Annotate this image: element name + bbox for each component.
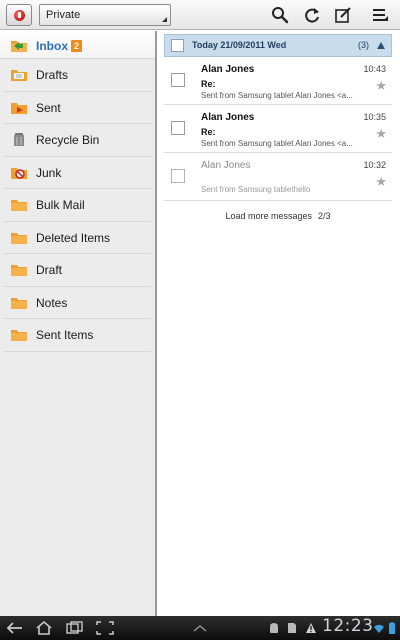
date-group-count: (3) [358, 40, 369, 50]
battery-icon [386, 622, 395, 634]
wifi-icon [373, 622, 384, 634]
account-name: Private [46, 9, 81, 21]
message-row[interactable]: Alan Jones 10:35 Re: Sent from Samsung t… [164, 105, 392, 153]
message-preview: Sent from Samsung tablethello [201, 185, 311, 194]
folder-label: Inbox [36, 39, 68, 53]
screenshot-icon[interactable] [96, 620, 114, 636]
sent-folder-icon [11, 101, 27, 114]
folder-sent-items[interactable]: Sent Items [4, 319, 151, 352]
message-row[interactable]: Alan Jones 10:43 Re: Sent from Samsung t… [164, 57, 392, 105]
dropdown-arrow-icon [162, 17, 167, 22]
folder-label: Notes [36, 295, 68, 310]
search-icon[interactable] [271, 6, 289, 24]
folder-label: Bulk Mail [36, 198, 85, 212]
android-debug-icon [268, 622, 280, 634]
folder-icon [11, 231, 27, 244]
status-clock: 12:23 [322, 616, 374, 636]
message-time: 10:32 [363, 160, 386, 170]
select-all-checkbox[interactable] [171, 39, 184, 52]
folder-drafts[interactable]: Drafts [4, 59, 151, 92]
unread-count-badge: 2 [71, 40, 83, 52]
inbox-folder-icon [11, 39, 27, 52]
account-selector[interactable]: Private [39, 4, 171, 26]
email-app-icon [14, 10, 25, 21]
collapse-arrow-icon[interactable] [377, 42, 385, 49]
drafts-folder-icon [11, 68, 27, 81]
folder-icon [11, 263, 27, 276]
folder-bulk-mail[interactable]: Bulk Mail [4, 189, 151, 222]
quick-panel-arrow-icon[interactable] [191, 620, 209, 636]
message-checkbox[interactable] [171, 169, 185, 183]
date-group-header[interactable]: Today 21/09/2011 Wed (3) [164, 34, 392, 57]
message-checkbox[interactable] [171, 121, 185, 135]
date-group-label: Today 21/09/2011 Wed [192, 40, 287, 50]
message-sender: Alan Jones [201, 64, 255, 75]
load-more-button[interactable]: Load more messages 2/3 [164, 201, 392, 231]
home-icon[interactable] [35, 620, 53, 636]
compose-icon[interactable] [334, 6, 352, 24]
message-checkbox[interactable] [171, 73, 185, 87]
menu-icon[interactable] [371, 6, 389, 24]
folder-icon [11, 198, 27, 211]
message-time: 10:43 [363, 64, 386, 74]
folder-icon [11, 328, 27, 341]
refresh-icon[interactable] [303, 6, 321, 24]
folder-label: Sent Items [36, 328, 94, 342]
message-row[interactable]: Alan Jones 10:32 Sent from Samsung table… [164, 153, 392, 201]
folder-recycle-bin[interactable]: Recycle Bin [4, 124, 151, 157]
folder-label: Junk [36, 165, 62, 180]
folder-label: Deleted Items [36, 230, 111, 245]
folder-label: Recycle Bin [36, 133, 100, 147]
load-more-label: Load more messages [225, 211, 313, 221]
star-icon[interactable]: ★ [375, 127, 387, 140]
page-indicator: 2/3 [318, 211, 331, 221]
message-subject: Re: [201, 127, 216, 137]
system-bar: 12:23 [0, 616, 400, 640]
warning-icon [305, 622, 317, 634]
folder-deleted-items[interactable]: Deleted Items [4, 222, 151, 254]
message-preview: Sent from Samsung tablet Alan Jones <a..… [201, 139, 353, 148]
sd-card-icon [286, 622, 298, 634]
folder-inbox[interactable]: Inbox 2 [0, 31, 155, 59]
message-subject: Re: [201, 79, 216, 89]
star-icon[interactable]: ★ [375, 79, 387, 92]
back-icon[interactable] [6, 620, 24, 636]
folder-panel: Inbox 2 Drafts Sent Recycle Bin Junk Bulk… [0, 31, 157, 616]
folder-label: Drafts [36, 68, 69, 82]
trash-icon [11, 133, 27, 146]
message-list: Today 21/09/2011 Wed (3) Alan Jones 10:4… [164, 34, 392, 231]
folder-draft[interactable]: Draft [4, 254, 151, 287]
action-bar: Private [0, 0, 400, 30]
folder-label: Draft [36, 263, 63, 277]
message-preview: Sent from Samsung tablet Alan Jones <a..… [201, 91, 353, 100]
star-icon[interactable]: ★ [375, 175, 387, 188]
recent-apps-icon[interactable] [66, 620, 84, 636]
folder-icon [11, 296, 27, 309]
message-time: 10:35 [363, 112, 386, 122]
app-logo-button[interactable] [6, 4, 32, 26]
folder-notes[interactable]: Notes [4, 287, 151, 319]
folder-label: Sent [36, 100, 61, 115]
folder-junk[interactable]: Junk [4, 157, 151, 189]
folder-sent[interactable]: Sent [4, 92, 151, 124]
message-sender: Alan Jones [201, 112, 255, 123]
junk-folder-icon [11, 166, 27, 179]
message-sender: Alan Jones [201, 160, 251, 171]
